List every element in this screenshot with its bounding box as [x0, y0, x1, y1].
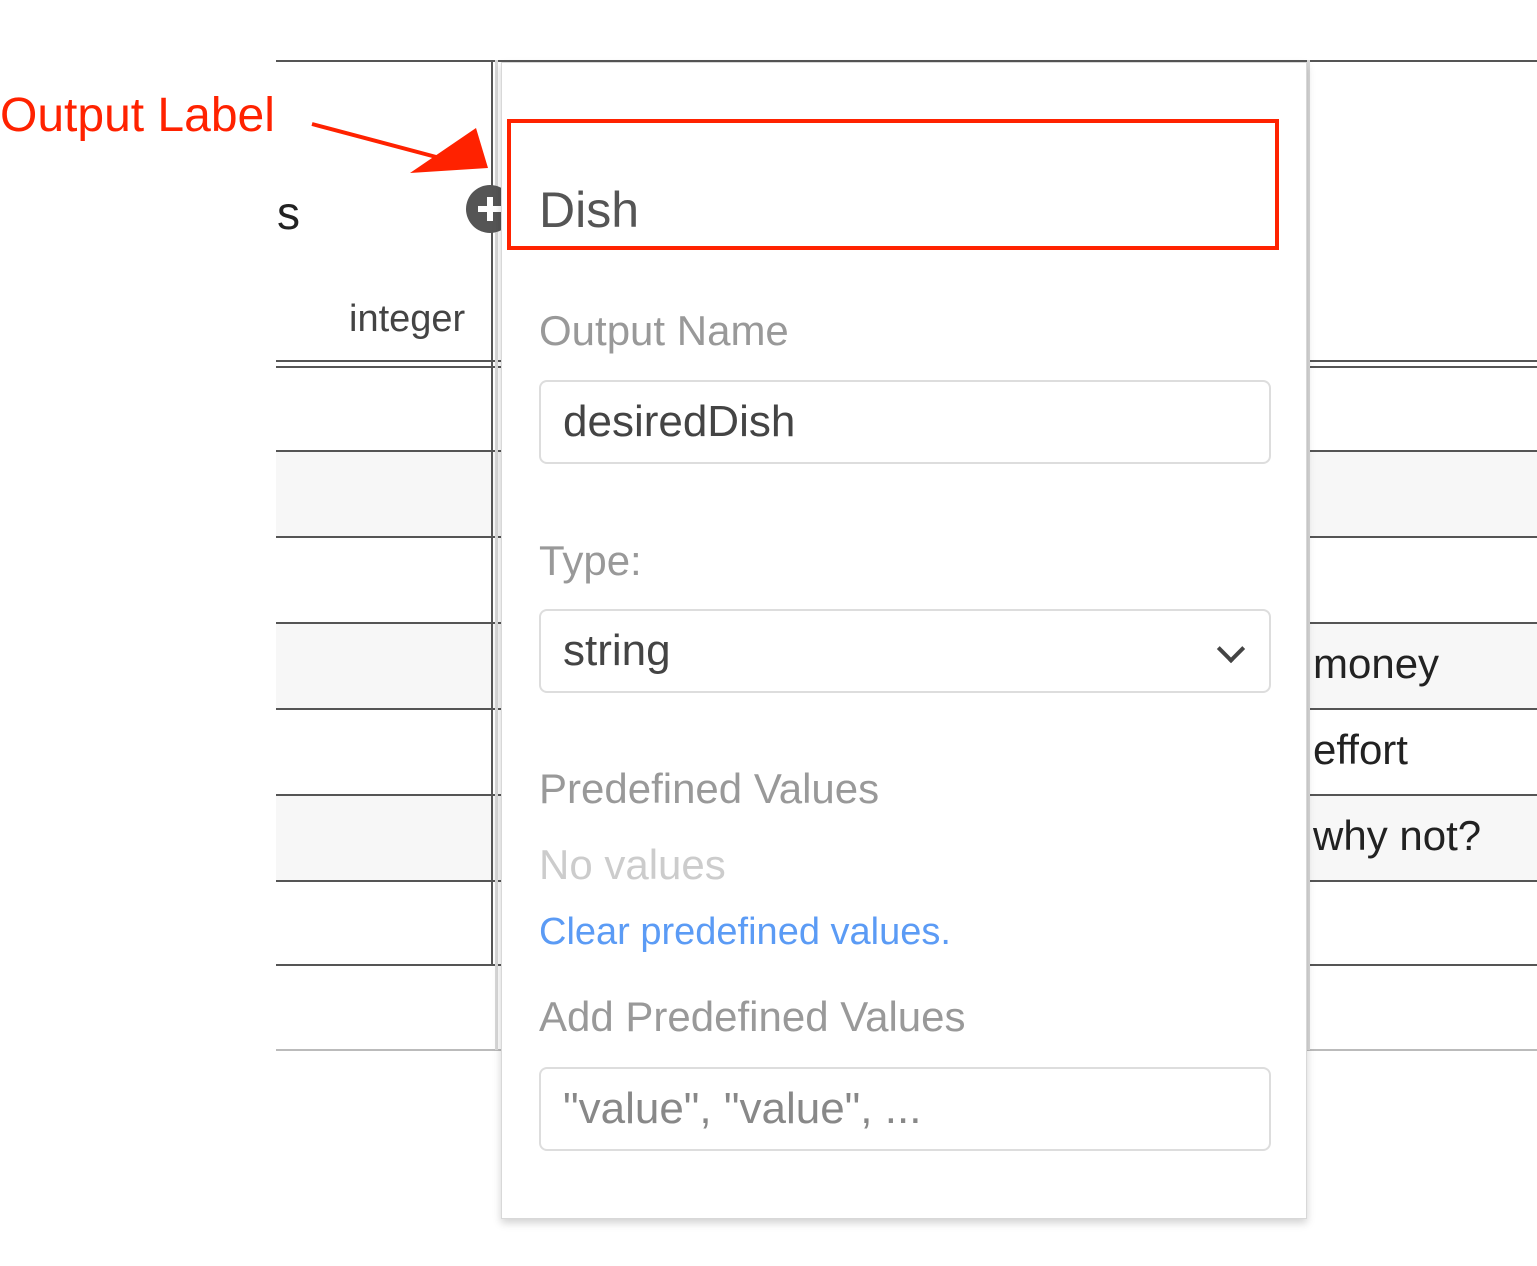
annotation-arrow-icon: [311, 122, 488, 173]
